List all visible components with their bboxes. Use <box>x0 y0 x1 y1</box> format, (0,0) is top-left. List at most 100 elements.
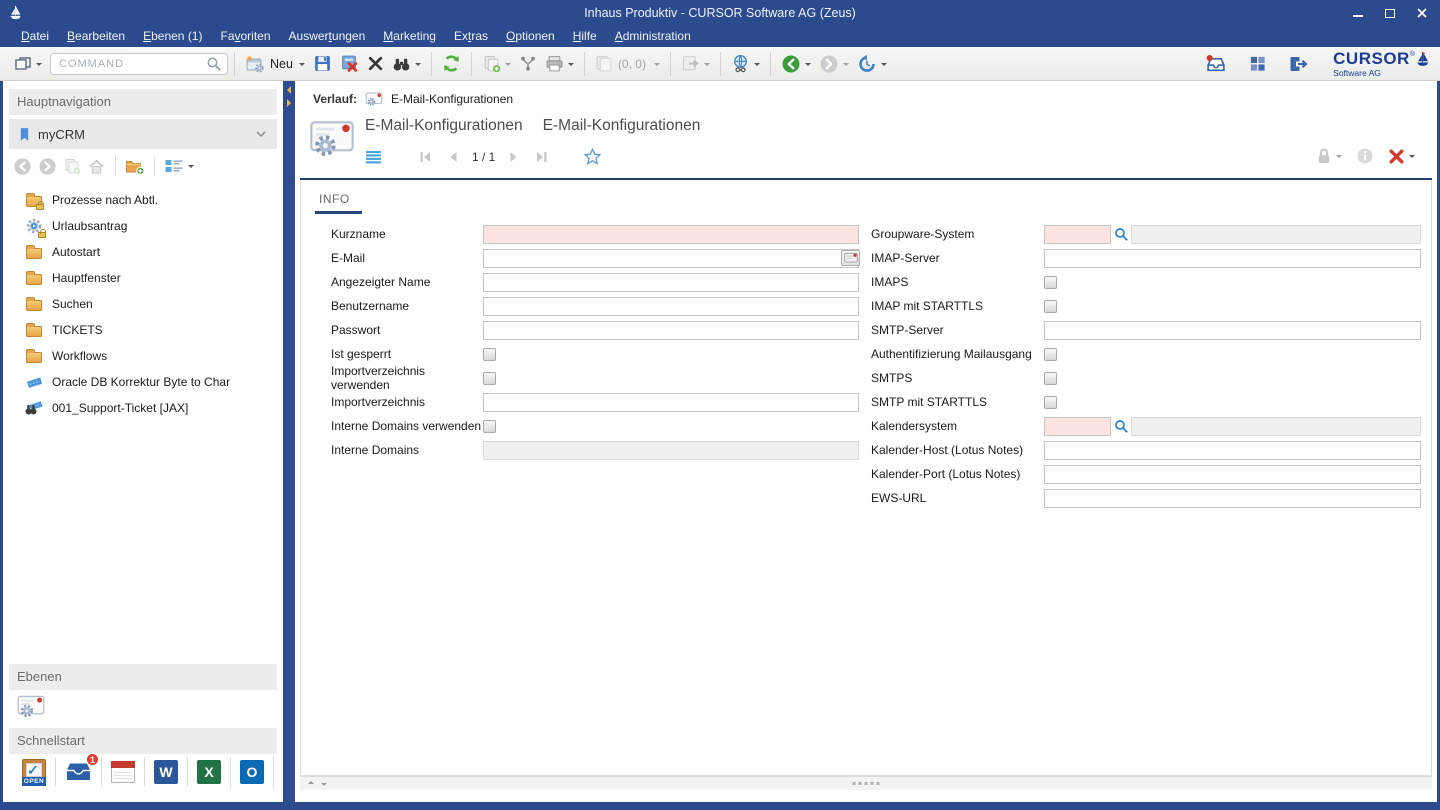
quickstart-calendar[interactable] <box>102 757 145 787</box>
history-item[interactable]: E-Mail-Konfigurationen <box>391 92 513 106</box>
history-button[interactable] <box>854 51 890 77</box>
menu-optionen[interactable]: Optionen <box>497 26 564 47</box>
neu-button[interactable]: Neu <box>242 52 308 76</box>
email-label: E-Mail <box>331 251 483 265</box>
close-button[interactable] <box>1414 6 1430 20</box>
form-row-imap-server: IMAP-Server <box>871 248 1421 268</box>
favorite-star-icon[interactable] <box>583 147 602 166</box>
quickstart-word[interactable]: W <box>145 757 188 787</box>
email-input[interactable] <box>483 249 859 268</box>
window-stack-icon[interactable] <box>11 53 45 75</box>
smtps-checkbox[interactable] <box>1044 372 1057 385</box>
inbox-badge: 1 <box>86 753 99 766</box>
splitter-drag-handle[interactable] <box>853 782 880 785</box>
menu-datei[interactable]: Datei <box>12 26 58 47</box>
kalender-host-input[interactable] <box>1044 441 1421 460</box>
copy-record-button[interactable] <box>479 51 514 76</box>
angezeigter-name-input[interactable] <box>483 273 859 292</box>
logout-button[interactable] <box>1285 52 1312 76</box>
ebene-email-konfigurationen[interactable] <box>17 693 45 718</box>
menu-hilfe[interactable]: Hilfe <box>564 26 606 47</box>
add-folder-button[interactable] <box>125 158 145 175</box>
print-button[interactable] <box>542 52 577 75</box>
hauptnavigation-header: Hauptnavigation <box>9 89 277 115</box>
smtp-server-input[interactable] <box>1044 321 1421 340</box>
benutzername-input[interactable] <box>483 297 859 316</box>
bottom-splitter[interactable] <box>300 776 1432 790</box>
chevron-down-icon[interactable] <box>255 130 267 138</box>
expand-right-icon[interactable] <box>287 99 291 107</box>
collapse-left-icon[interactable] <box>287 86 291 94</box>
interne-domains-verwenden-checkbox[interactable] <box>483 420 496 433</box>
record-type-icon <box>309 117 355 157</box>
tab-info[interactable]: INFO <box>315 192 362 214</box>
tree-item-001-support-ticket-jax[interactable]: 001_Support-Ticket [JAX] <box>3 395 283 421</box>
quickstart-inbox[interactable]: 1 <box>56 757 102 787</box>
menu-extras[interactable]: Extras <box>445 26 497 47</box>
groupware-system-key-input[interactable] <box>1044 225 1111 244</box>
tree-item-autostart[interactable]: Autostart <box>3 239 283 265</box>
tree-item-label: Prozesse nach Abtl. <box>52 193 158 207</box>
email-compose-button[interactable] <box>841 250 860 266</box>
tree-item-tickets[interactable]: TICKETS <box>3 317 283 343</box>
menu-auswertungen[interactable]: Auswertungen <box>280 26 375 47</box>
tree-item-prozesse-nach-abtl[interactable]: Prozesse nach Abtl. <box>3 187 283 213</box>
importverzeichnis-verwenden-checkbox[interactable] <box>483 372 496 385</box>
quickstart-excel[interactable]: X <box>188 757 231 787</box>
view-list-button[interactable] <box>164 158 194 174</box>
ist-gesperrt-checkbox[interactable] <box>483 348 496 361</box>
menu-hamburger-icon[interactable] <box>365 150 382 164</box>
maximize-button[interactable] <box>1382 6 1398 20</box>
workspace-label: myCRM <box>38 127 85 142</box>
merge-button[interactable] <box>516 52 540 75</box>
menu-administration[interactable]: Administration <box>606 26 700 47</box>
refresh-button[interactable] <box>439 51 464 76</box>
apps-grid-button[interactable] <box>1246 52 1269 75</box>
menu-bearbeiten[interactable]: Bearbeiten <box>58 26 134 47</box>
kurzname-input[interactable] <box>483 225 859 244</box>
tree-item-oracle-db-korrektur-byte-to-char[interactable]: Oracle DB Korrektur Byte to Char <box>3 369 283 395</box>
tree-item-hauptfenster[interactable]: Hauptfenster <box>3 265 283 291</box>
search-icon[interactable] <box>206 56 222 72</box>
lock-record-button[interactable] <box>1316 147 1342 165</box>
form-row-kurzname: Kurzname <box>331 224 859 244</box>
imap-mit-starttls-checkbox[interactable] <box>1044 300 1057 313</box>
panel-down-icon[interactable] <box>321 783 327 786</box>
sidebar-splitter[interactable] <box>283 81 295 802</box>
kalender-port-input[interactable] <box>1044 465 1421 484</box>
command-input[interactable] <box>50 53 228 75</box>
imaps-checkbox[interactable] <box>1044 276 1057 289</box>
save-button[interactable] <box>310 51 335 76</box>
delete-record-button[interactable] <box>337 51 362 76</box>
quickstart-open-document[interactable]: ✓ OPEN <box>13 757 56 787</box>
binoculars-search-button[interactable] <box>389 53 424 75</box>
groupware-system-lookup-button[interactable] <box>1111 227 1131 242</box>
minimize-button[interactable] <box>1350 6 1366 20</box>
menu-ebenen-1[interactable]: Ebenen (1) <box>134 26 211 47</box>
smtps-label: SMTPS <box>871 371 1044 385</box>
ews-url-input[interactable] <box>1044 489 1421 508</box>
workspace-selector[interactable]: myCRM <box>9 119 277 149</box>
quickstart-outlook[interactable]: O <box>231 757 274 787</box>
delete-button[interactable] <box>364 52 387 75</box>
tree-item-suchen[interactable]: Suchen <box>3 291 283 317</box>
menu-favoriten[interactable]: Favoriten <box>211 26 279 47</box>
back-button[interactable] <box>778 51 814 77</box>
form-row-ews-url: EWS-URL <box>871 488 1421 508</box>
kalendersystem-key-input[interactable] <box>1044 417 1111 436</box>
importverzeichnis-input[interactable] <box>483 393 859 412</box>
smtp-mit-starttls-checkbox[interactable] <box>1044 396 1057 409</box>
tree-item-urlaubsantrag[interactable]: Urlaubsantrag <box>3 213 283 239</box>
kalendersystem-lookup-button[interactable] <box>1111 419 1131 434</box>
notifications-inbox-button[interactable] <box>1202 51 1230 76</box>
passwort-input[interactable] <box>483 321 859 340</box>
close-record-button[interactable] <box>1388 148 1415 165</box>
menu-marketing[interactable]: Marketing <box>374 26 445 47</box>
user-globe-button[interactable] <box>728 51 763 76</box>
clipboard-counter-label: (0, 0) <box>618 57 646 71</box>
panel-up-icon[interactable] <box>308 781 314 784</box>
authentifizierung-mailausgang-checkbox[interactable] <box>1044 348 1057 361</box>
imap-server-input[interactable] <box>1044 249 1421 268</box>
benutzername-label: Benutzername <box>331 299 483 313</box>
tree-item-workflows[interactable]: Workflows <box>3 343 283 369</box>
